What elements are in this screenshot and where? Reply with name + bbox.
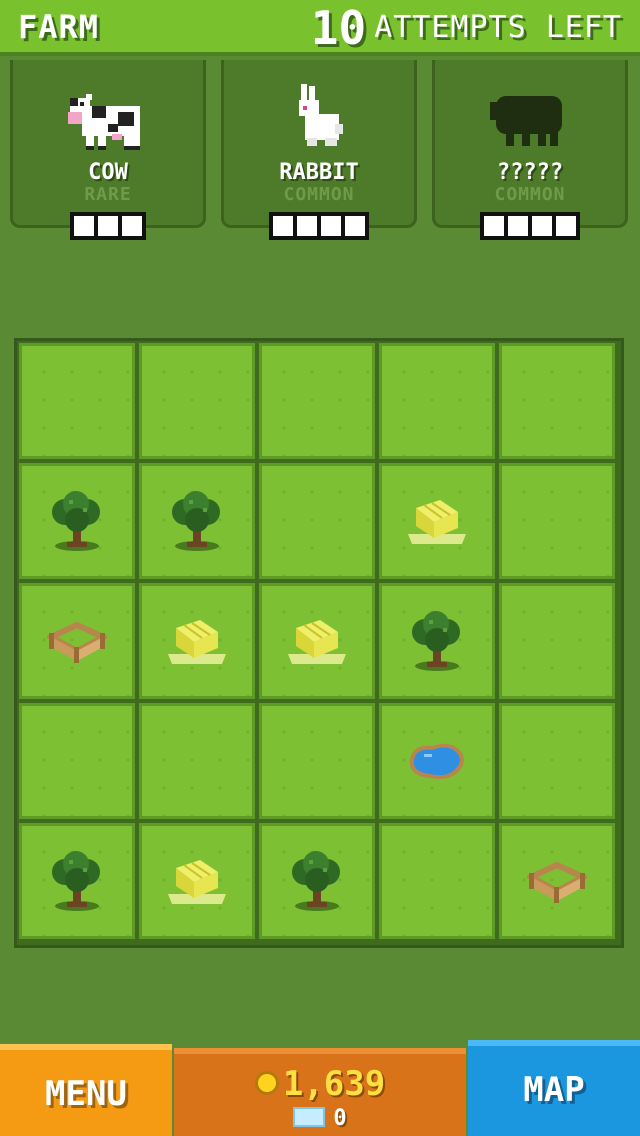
ticket-amount: 0 (333, 1106, 347, 1131)
grass-texture (382, 826, 492, 936)
board-tile[interactable] (19, 463, 135, 579)
grass-texture (502, 466, 612, 576)
board-tile[interactable] (19, 823, 135, 939)
grass-texture (262, 466, 372, 576)
board-tile[interactable] (379, 703, 495, 819)
grass-texture (142, 706, 252, 816)
bottom-bar: MENU 1,639 0 MAP (0, 1040, 640, 1136)
grass-texture (262, 706, 372, 816)
menu-button[interactable]: MENU (0, 1044, 172, 1136)
board-tile[interactable] (19, 343, 135, 459)
board-tile[interactable] (499, 463, 615, 579)
progress-slots (435, 212, 625, 240)
fence-icon (47, 621, 107, 663)
hay-bale-icon (168, 860, 226, 904)
board-tile[interactable] (379, 583, 495, 699)
hay-bale-icon (288, 620, 346, 664)
hay-bale-icon (408, 500, 466, 544)
progress-slots (13, 212, 203, 240)
pond-icon (409, 743, 464, 779)
attempts-label: ATTEMPTS LEFT (374, 10, 622, 45)
fence-icon (527, 861, 587, 903)
animal-name: ????? (496, 160, 564, 185)
board-tile[interactable] (499, 343, 615, 459)
board-tile[interactable] (379, 343, 495, 459)
currency-panel[interactable]: 1,639 0 (174, 1048, 466, 1136)
board-tile[interactable] (19, 583, 135, 699)
tree-icon (412, 611, 460, 671)
rabbit-icon (299, 84, 343, 146)
board-tile[interactable] (259, 823, 375, 939)
coin-balance: 1,639 (174, 1064, 466, 1104)
cow-icon (68, 94, 140, 150)
grass-texture (262, 346, 372, 456)
board-tile[interactable] (499, 823, 615, 939)
board-tile[interactable] (139, 463, 255, 579)
tree-icon (52, 491, 100, 551)
grass-texture (502, 586, 612, 696)
board-tile[interactable] (379, 463, 495, 579)
ticket-icon (293, 1107, 326, 1127)
tree-icon (292, 851, 340, 911)
level-title: FARM (18, 8, 100, 46)
grass-texture (22, 706, 132, 816)
menu-button-label: MENU (45, 1074, 127, 1114)
board-tile[interactable] (139, 823, 255, 939)
attempts-counter: 10 ATTEMPTS LEFT (311, 0, 622, 56)
board-tile[interactable] (499, 703, 615, 819)
tree-icon (52, 851, 100, 911)
animal-name: RABBIT (279, 160, 359, 185)
animal-card-rabbit[interactable]: RABBIT COMMON (221, 60, 417, 240)
board-tile[interactable] (139, 583, 255, 699)
board-tile[interactable] (259, 703, 375, 819)
coin-icon (254, 1070, 279, 1095)
animal-cards: COW RARE RABBIT COMMON ????? COMMON (0, 60, 640, 250)
animal-rarity: COMMON (283, 184, 355, 205)
hay-bale-icon (168, 620, 226, 664)
grass-texture (142, 346, 252, 456)
board-tile[interactable] (259, 463, 375, 579)
animal-card-unknown[interactable]: ????? COMMON (432, 60, 628, 240)
board-tile[interactable] (139, 343, 255, 459)
progress-slot (552, 212, 580, 240)
grass-texture (22, 346, 132, 456)
map-button[interactable]: MAP (468, 1040, 640, 1136)
ticket-balance: 0 (174, 1106, 466, 1131)
board-tile[interactable] (139, 703, 255, 819)
progress-slot (341, 212, 369, 240)
animal-name: COW (88, 160, 128, 185)
grass-texture (502, 346, 612, 456)
board-tile[interactable] (259, 343, 375, 459)
board-tile[interactable] (379, 823, 495, 939)
tree-icon (172, 491, 220, 551)
coin-amount: 1,639 (282, 1064, 386, 1104)
progress-slot (118, 212, 146, 240)
grass-texture (502, 706, 612, 816)
animal-card-cow[interactable]: COW RARE (10, 60, 206, 240)
map-button-label: MAP (523, 1070, 585, 1110)
animal-rarity: COMMON (494, 184, 566, 205)
unknown-animal-silhouette-icon (490, 96, 562, 146)
game-board (14, 338, 624, 948)
grass-texture (382, 346, 492, 456)
board-tile[interactable] (499, 583, 615, 699)
animal-rarity: RARE (84, 184, 132, 205)
board-tile[interactable] (259, 583, 375, 699)
board-tile[interactable] (19, 703, 135, 819)
progress-slots (224, 212, 414, 240)
attempts-number: 10 (310, 1, 367, 55)
top-bar: FARM 10 ATTEMPTS LEFT (0, 0, 640, 56)
